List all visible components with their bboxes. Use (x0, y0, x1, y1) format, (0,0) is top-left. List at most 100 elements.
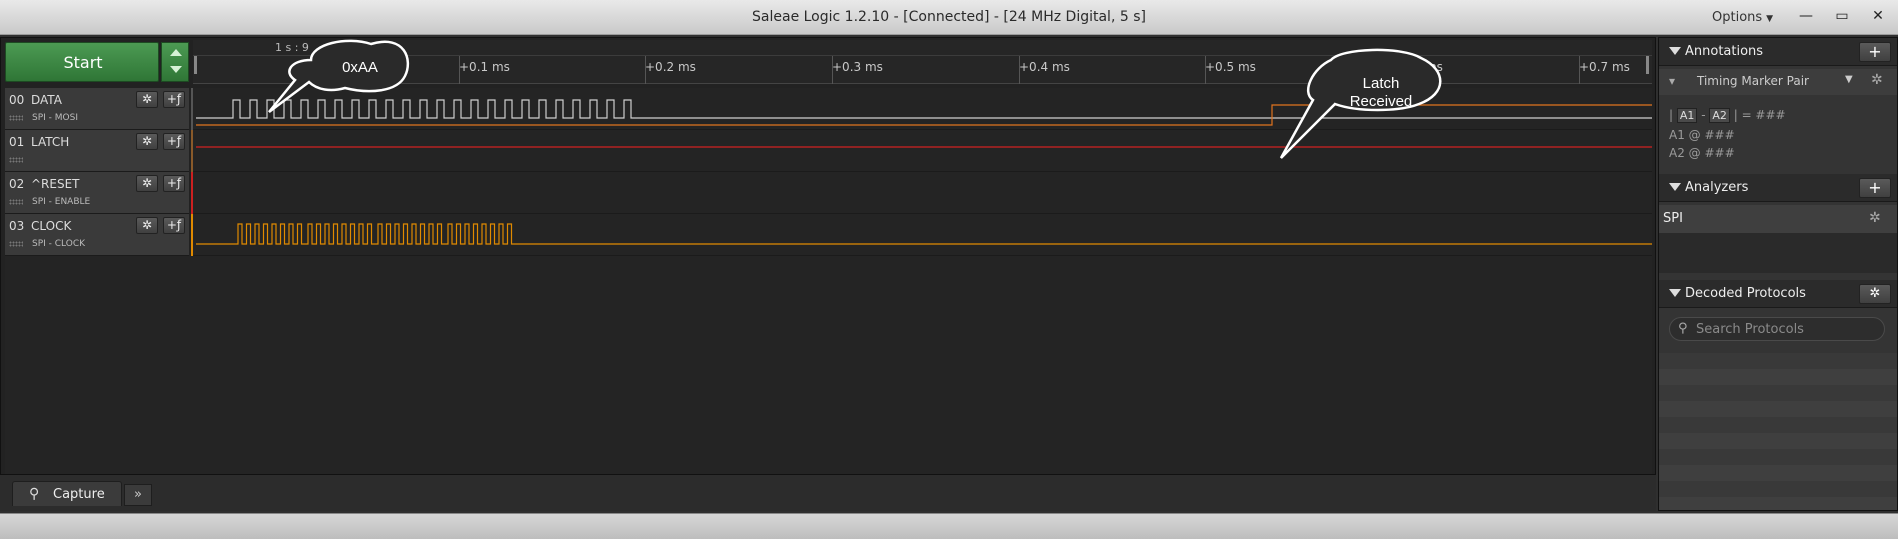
ruler-tick-label: +0.3 ms (832, 60, 883, 74)
collapse-triangle-icon[interactable] (1669, 47, 1681, 55)
window-title: Saleae Logic 1.2.10 - [Connected] - [24 … (752, 9, 1146, 25)
callout-latch-text: Latch Received (1341, 75, 1421, 111)
start-options-button[interactable] (161, 42, 189, 82)
ruler-tick-label: +0.1 ms (459, 60, 510, 74)
arrow-down-icon (170, 66, 182, 73)
trigger-icon[interactable]: +ƒ (163, 175, 185, 192)
title-bar: Saleae Logic 1.2.10 - [Connected] - [24 … (0, 0, 1898, 35)
chevron-down-icon: ▼ (1766, 14, 1774, 24)
right-side-panel: Annotations + ▾ Timing Marker Pair ▼ ✲ |… (1658, 37, 1898, 511)
annotations-title: Annotations (1685, 44, 1764, 59)
drag-handle-icon[interactable] (9, 241, 23, 247)
analyzer-item-label: SPI (1663, 211, 1683, 226)
chevron-down-icon[interactable]: ▼ (1845, 74, 1853, 85)
channel-analyzer-label: SPI - ENABLE (32, 197, 91, 207)
channel-name[interactable]: CLOCK (31, 219, 71, 233)
channel-row-latch[interactable]: 01 LATCH ✲ +ƒ (5, 130, 195, 172)
channel-number: 03 (9, 219, 25, 233)
timing-marker-pair-label: Timing Marker Pair (1697, 74, 1809, 88)
channel-name[interactable]: LATCH (31, 135, 69, 149)
marker-delta-value: = ### (1741, 108, 1786, 122)
analyzers-title: Analyzers (1685, 180, 1749, 195)
maximize-icon[interactable]: ▭ (1830, 5, 1854, 27)
time-ruler[interactable]: 1 s : 9 +0.1 ms +0.2 ms +0.3 ms +0.4 ms … (193, 40, 1652, 84)
minimize-icon[interactable]: — (1794, 5, 1818, 27)
timing-marker-pair-row[interactable]: ▾ Timing Marker Pair ▼ ✲ (1659, 69, 1897, 95)
channel-name[interactable]: ^RESET (31, 177, 80, 191)
marker-delta-line: | A1 - A2 | = ### (1669, 108, 1786, 123)
capture-empty-area (5, 256, 1652, 494)
analyzers-empty-space (1659, 233, 1897, 273)
main-panel: Start 1 s : 9 +0.1 ms +0.2 ms +0.3 ms +0… (0, 37, 1656, 511)
gear-icon[interactable]: ✲ (136, 91, 158, 108)
channel-row-clock[interactable]: 03 CLOCK SPI - CLOCK ✲ +ƒ (5, 214, 195, 256)
start-label: Start (63, 53, 103, 72)
drag-handle-icon[interactable] (9, 157, 23, 163)
gear-icon[interactable]: ✲ (1869, 210, 1881, 226)
status-bar (0, 513, 1898, 539)
collapse-triangle-icon[interactable] (1669, 183, 1681, 191)
trigger-icon[interactable]: +ƒ (163, 91, 185, 108)
tab-capture-label: Capture (53, 487, 105, 502)
analyzers-header[interactable]: Analyzers + (1659, 174, 1897, 202)
drag-handle-icon[interactable] (9, 115, 23, 121)
channel-number: 02 (9, 177, 25, 191)
channel-name[interactable]: DATA (31, 93, 62, 107)
gear-icon[interactable]: ✲ (136, 175, 158, 192)
ruler-tick-label: +0.2 ms (645, 60, 696, 74)
channel-analyzer-label: SPI - MOSI (32, 113, 78, 123)
add-analyzer-button[interactable]: + (1859, 178, 1891, 198)
drag-handle-icon[interactable] (9, 199, 23, 205)
waveform-svg (196, 99, 1652, 245)
channel-number: 00 (9, 93, 25, 107)
decoded-protocols-list[interactable] (1659, 353, 1897, 510)
ruler-top-band: 1 s : 9 (193, 40, 1652, 56)
clock-waveform (196, 223, 1652, 245)
ruler-base-time: 1 s : 9 (275, 41, 309, 54)
trigger-icon[interactable]: +ƒ (163, 217, 185, 234)
channel-row-reset[interactable]: 02 ^RESET SPI - ENABLE ✲ +ƒ (5, 172, 195, 214)
pin-icon: ▾ (1669, 74, 1676, 88)
logic-app-window: Saleae Logic 1.2.10 - [Connected] - [24 … (0, 0, 1898, 539)
trigger-icon[interactable]: +ƒ (163, 133, 185, 150)
marker-a2-line: A2 @ ### (1669, 146, 1735, 160)
gear-icon[interactable]: ✲ (136, 133, 158, 150)
options-label: Options (1712, 10, 1763, 25)
ruler-right-edge (1646, 56, 1649, 74)
data-waveform (196, 99, 1652, 119)
options-menu[interactable]: Options ▼ (1712, 0, 1773, 35)
latch-waveform (196, 104, 1652, 126)
channel-analyzer-label: SPI - CLOCK (32, 239, 86, 249)
channel-row-data[interactable]: 00 DATA SPI - MOSI ✲ +ƒ (5, 88, 195, 130)
waveform-area[interactable] (193, 88, 1652, 256)
decoded-settings-button[interactable]: ✲ (1859, 284, 1891, 304)
tab-capture[interactable]: ⚲ Capture (12, 481, 122, 506)
bottom-tab-bar: ⚲ Capture » (0, 474, 1656, 511)
ruler-tick-label: +0.7 ms (1579, 60, 1630, 74)
annotations-header[interactable]: Annotations + (1659, 38, 1897, 66)
callout-latch-line1: Latch (1362, 75, 1400, 92)
ruler-tick-label: +0.6 ms (1392, 60, 1443, 74)
callout-0xaa-text: 0xAA (342, 59, 378, 76)
gear-icon[interactable]: ✲ (136, 217, 158, 234)
analyzer-item-spi[interactable]: SPI ✲ (1659, 205, 1897, 233)
close-icon[interactable]: ✕ (1866, 5, 1890, 27)
decoded-protocols-title: Decoded Protocols (1685, 286, 1806, 301)
search-icon: ⚲ (1678, 321, 1688, 336)
arrow-up-icon (170, 49, 182, 56)
channel-list: 00 DATA SPI - MOSI ✲ +ƒ 01 LATCH ✲ +ƒ 02… (5, 88, 195, 256)
search-protocols-input[interactable] (1696, 320, 1876, 338)
ruler-tick-label: +0.5 ms (1205, 60, 1256, 74)
marker-a1-tag[interactable]: A1 (1676, 108, 1698, 123)
add-annotation-button[interactable]: + (1859, 42, 1891, 62)
search-protocols-box[interactable]: ⚲ (1669, 317, 1885, 341)
ruler-left-edge (194, 56, 197, 74)
marker-a2-tag[interactable]: A2 (1709, 108, 1730, 123)
more-tabs-button[interactable]: » (124, 484, 152, 506)
callout-latch-line2: Received (1349, 93, 1413, 110)
ruler-tick-label: +0.4 ms (1019, 60, 1070, 74)
collapse-triangle-icon[interactable] (1669, 289, 1681, 297)
start-button[interactable]: Start (5, 42, 159, 82)
gear-icon[interactable]: ✲ (1871, 72, 1883, 88)
decoded-protocols-header[interactable]: Decoded Protocols ✲ (1659, 280, 1897, 308)
